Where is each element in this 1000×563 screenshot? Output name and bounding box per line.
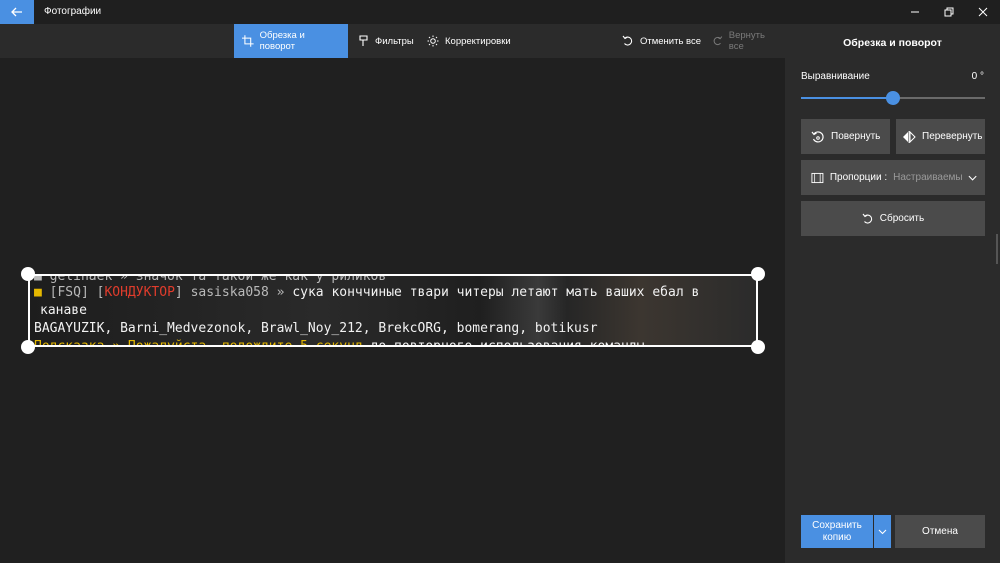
flip-label: Перевернуть	[922, 131, 983, 142]
minimize-button[interactable]	[898, 0, 932, 24]
crop-region[interactable]: ■ gelinaek » значок та такой же как у ри…	[28, 274, 758, 347]
aspect-ratio-dropdown[interactable]: Пропорции : Настраиваемые	[801, 160, 985, 195]
sun-icon	[427, 35, 439, 47]
back-button[interactable]	[0, 0, 34, 24]
tab-adjustments-label: Корректировки	[445, 35, 511, 47]
restore-icon	[944, 7, 954, 17]
crop-rotate-panel: Обрезка и поворот Выравнивание 0 ° Повер…	[785, 24, 1000, 563]
filters-icon	[359, 35, 368, 46]
title-bar: Фотографии	[0, 0, 1000, 24]
minimize-icon	[911, 11, 919, 13]
crop-handle-bottom-right[interactable]	[751, 340, 765, 354]
close-button[interactable]	[966, 0, 1000, 24]
alignment-label: Выравнивание	[801, 71, 870, 82]
aspect-ratio-icon	[811, 172, 824, 183]
aspect-ratio-value: Настраиваемые	[893, 172, 962, 183]
reset-label: Сбросить	[879, 213, 925, 224]
restore-button[interactable]	[932, 0, 966, 24]
image-canvas: ■ gelinaek » значок та такой же как у ри…	[0, 58, 785, 563]
panel-title: Обрезка и поворот	[843, 37, 942, 49]
chevron-down-icon	[968, 175, 977, 181]
save-copy-button[interactable]: Сохранить копию	[801, 515, 873, 548]
flip-button[interactable]: Перевернуть	[896, 119, 985, 154]
alignment-value: 0 °	[971, 71, 984, 82]
redo-icon	[713, 36, 723, 46]
alignment-slider-fill	[801, 97, 893, 99]
tab-filters[interactable]: Фильтры	[350, 24, 422, 58]
save-options-button[interactable]	[874, 515, 891, 548]
chevron-down-icon	[878, 529, 887, 534]
redo-all-button[interactable]: Вернуть все	[704, 24, 785, 58]
tab-crop-rotate[interactable]: Обрезка и поворот	[234, 24, 348, 58]
alignment-slider[interactable]	[801, 91, 985, 105]
image-text-line: ■ gelinaek » значок та такой же как у ри…	[34, 274, 387, 284]
image-text-line: Подсказка » Пожалуйста, подождите 5 секу…	[34, 339, 645, 347]
undo-all-label: Отменить все	[640, 35, 702, 47]
panel-scrollbar[interactable]	[996, 234, 998, 264]
tab-crop-rotate-label: Обрезка и поворот	[259, 30, 305, 52]
undo-all-button[interactable]: Отменить все	[614, 24, 709, 58]
edit-toolbar: Обрезка и поворот Фильтры Корректировки …	[0, 24, 785, 58]
reset-button[interactable]: Сбросить	[801, 201, 985, 236]
reset-icon	[862, 213, 872, 224]
undo-icon	[622, 35, 633, 46]
rotate-icon	[811, 130, 824, 143]
crop-handle-bottom-left[interactable]	[21, 340, 35, 354]
rotate-button[interactable]: Повернуть	[801, 119, 890, 154]
flip-icon	[903, 130, 916, 143]
tab-filters-label: Фильтры	[375, 35, 414, 47]
cancel-button[interactable]: Отмена	[895, 515, 985, 548]
crop-handle-top-right[interactable]	[751, 267, 765, 281]
app-title: Фотографии	[44, 6, 102, 17]
crop-icon	[242, 35, 254, 47]
rotate-label: Повернуть	[831, 131, 881, 142]
aspect-ratio-label: Пропорции :	[829, 172, 888, 183]
crop-handle-top-left[interactable]	[21, 267, 35, 281]
image-text-line: канаве	[40, 303, 87, 318]
image-text-line: BAGAYUZIK, Barni_Medvezonok, Brawl_Noy_2…	[34, 321, 598, 336]
alignment-slider-thumb[interactable]	[886, 91, 900, 105]
tab-adjustments[interactable]: Корректировки	[419, 24, 519, 58]
redo-all-label: Вернуть все	[728, 30, 765, 52]
close-icon	[978, 7, 988, 17]
back-arrow-icon	[11, 7, 22, 17]
image-text-line: ■ [FSQ] [КОНДУКТОР] sasiska058 » сука ко…	[34, 285, 700, 300]
